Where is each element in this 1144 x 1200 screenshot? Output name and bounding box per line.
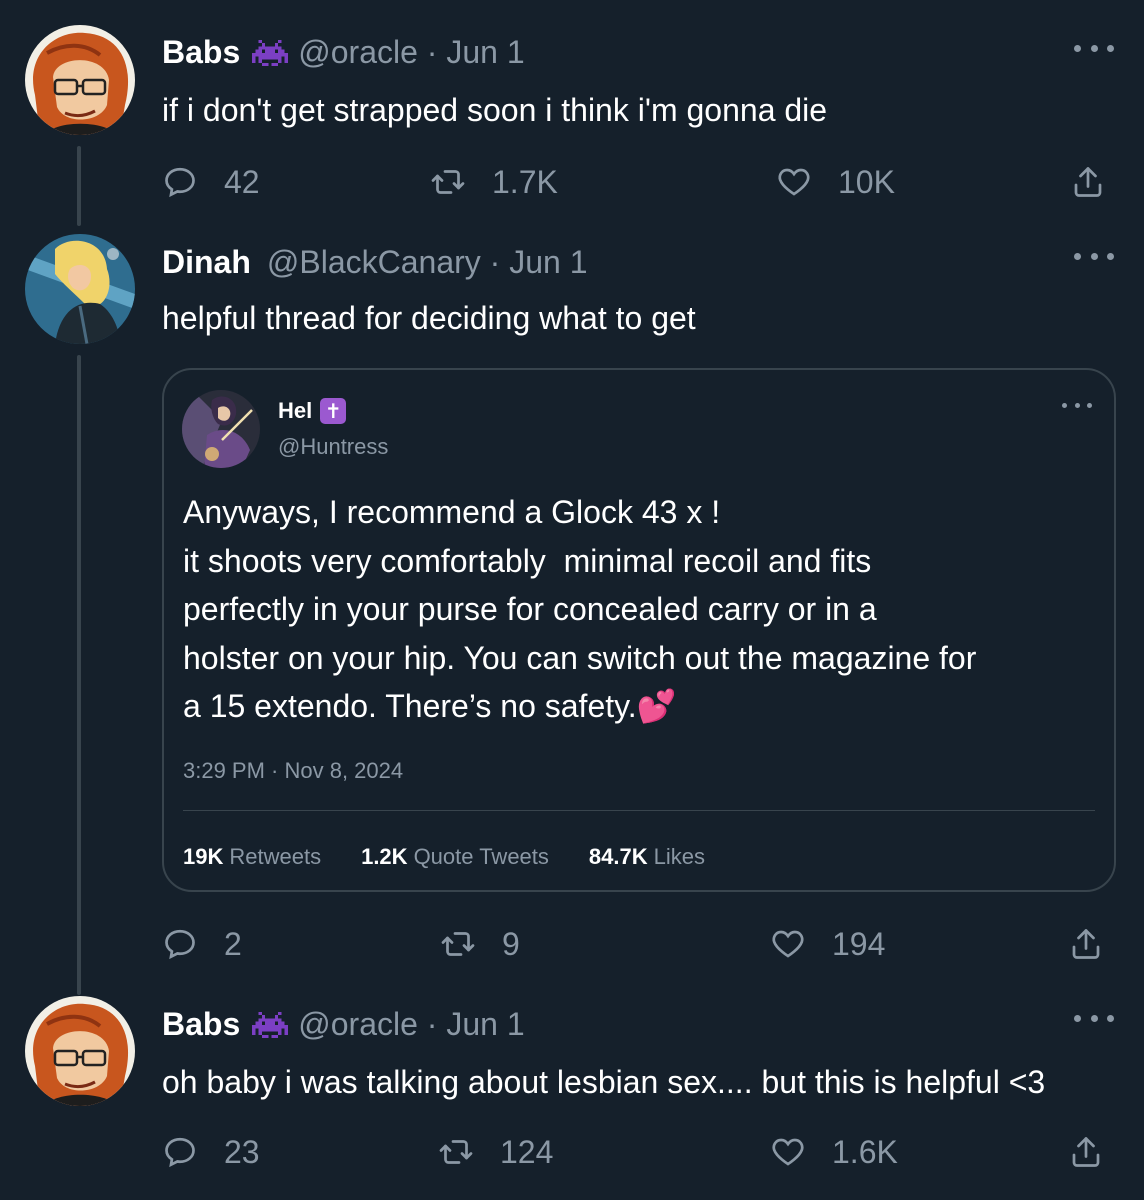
more-options-icon[interactable] bbox=[1074, 1008, 1114, 1028]
tweet-text: oh baby i was talking about lesbian sex.… bbox=[162, 1064, 1046, 1100]
handle-and-date[interactable]: @oracle · Jun 1 bbox=[298, 1006, 524, 1043]
space-invader-icon bbox=[252, 1009, 289, 1041]
like-count: 1.6K bbox=[832, 1133, 898, 1170]
retweet-count: 124 bbox=[500, 1133, 554, 1170]
reply-button[interactable]: 23 bbox=[162, 1130, 260, 1174]
tweet-actions: 23 124 1.6K bbox=[162, 1130, 1112, 1174]
tweet-3[interactable]: Babs @oracle · Jun 1 oh baby i was talki… bbox=[0, 0, 1144, 1200]
retweet-icon bbox=[439, 1140, 473, 1164]
share-icon bbox=[1072, 1137, 1100, 1167]
reply-count: 23 bbox=[224, 1133, 260, 1170]
retweet-button[interactable]: 124 bbox=[438, 1130, 553, 1174]
heart-icon bbox=[772, 1138, 804, 1166]
tweet-header: Babs @oracle · Jun 1 bbox=[162, 1006, 525, 1043]
reply-icon bbox=[165, 1137, 195, 1168]
display-name[interactable]: Babs bbox=[162, 1006, 240, 1043]
avatar[interactable] bbox=[25, 996, 135, 1106]
share-button[interactable] bbox=[1068, 1130, 1104, 1174]
like-button[interactable]: 1.6K bbox=[770, 1130, 898, 1174]
